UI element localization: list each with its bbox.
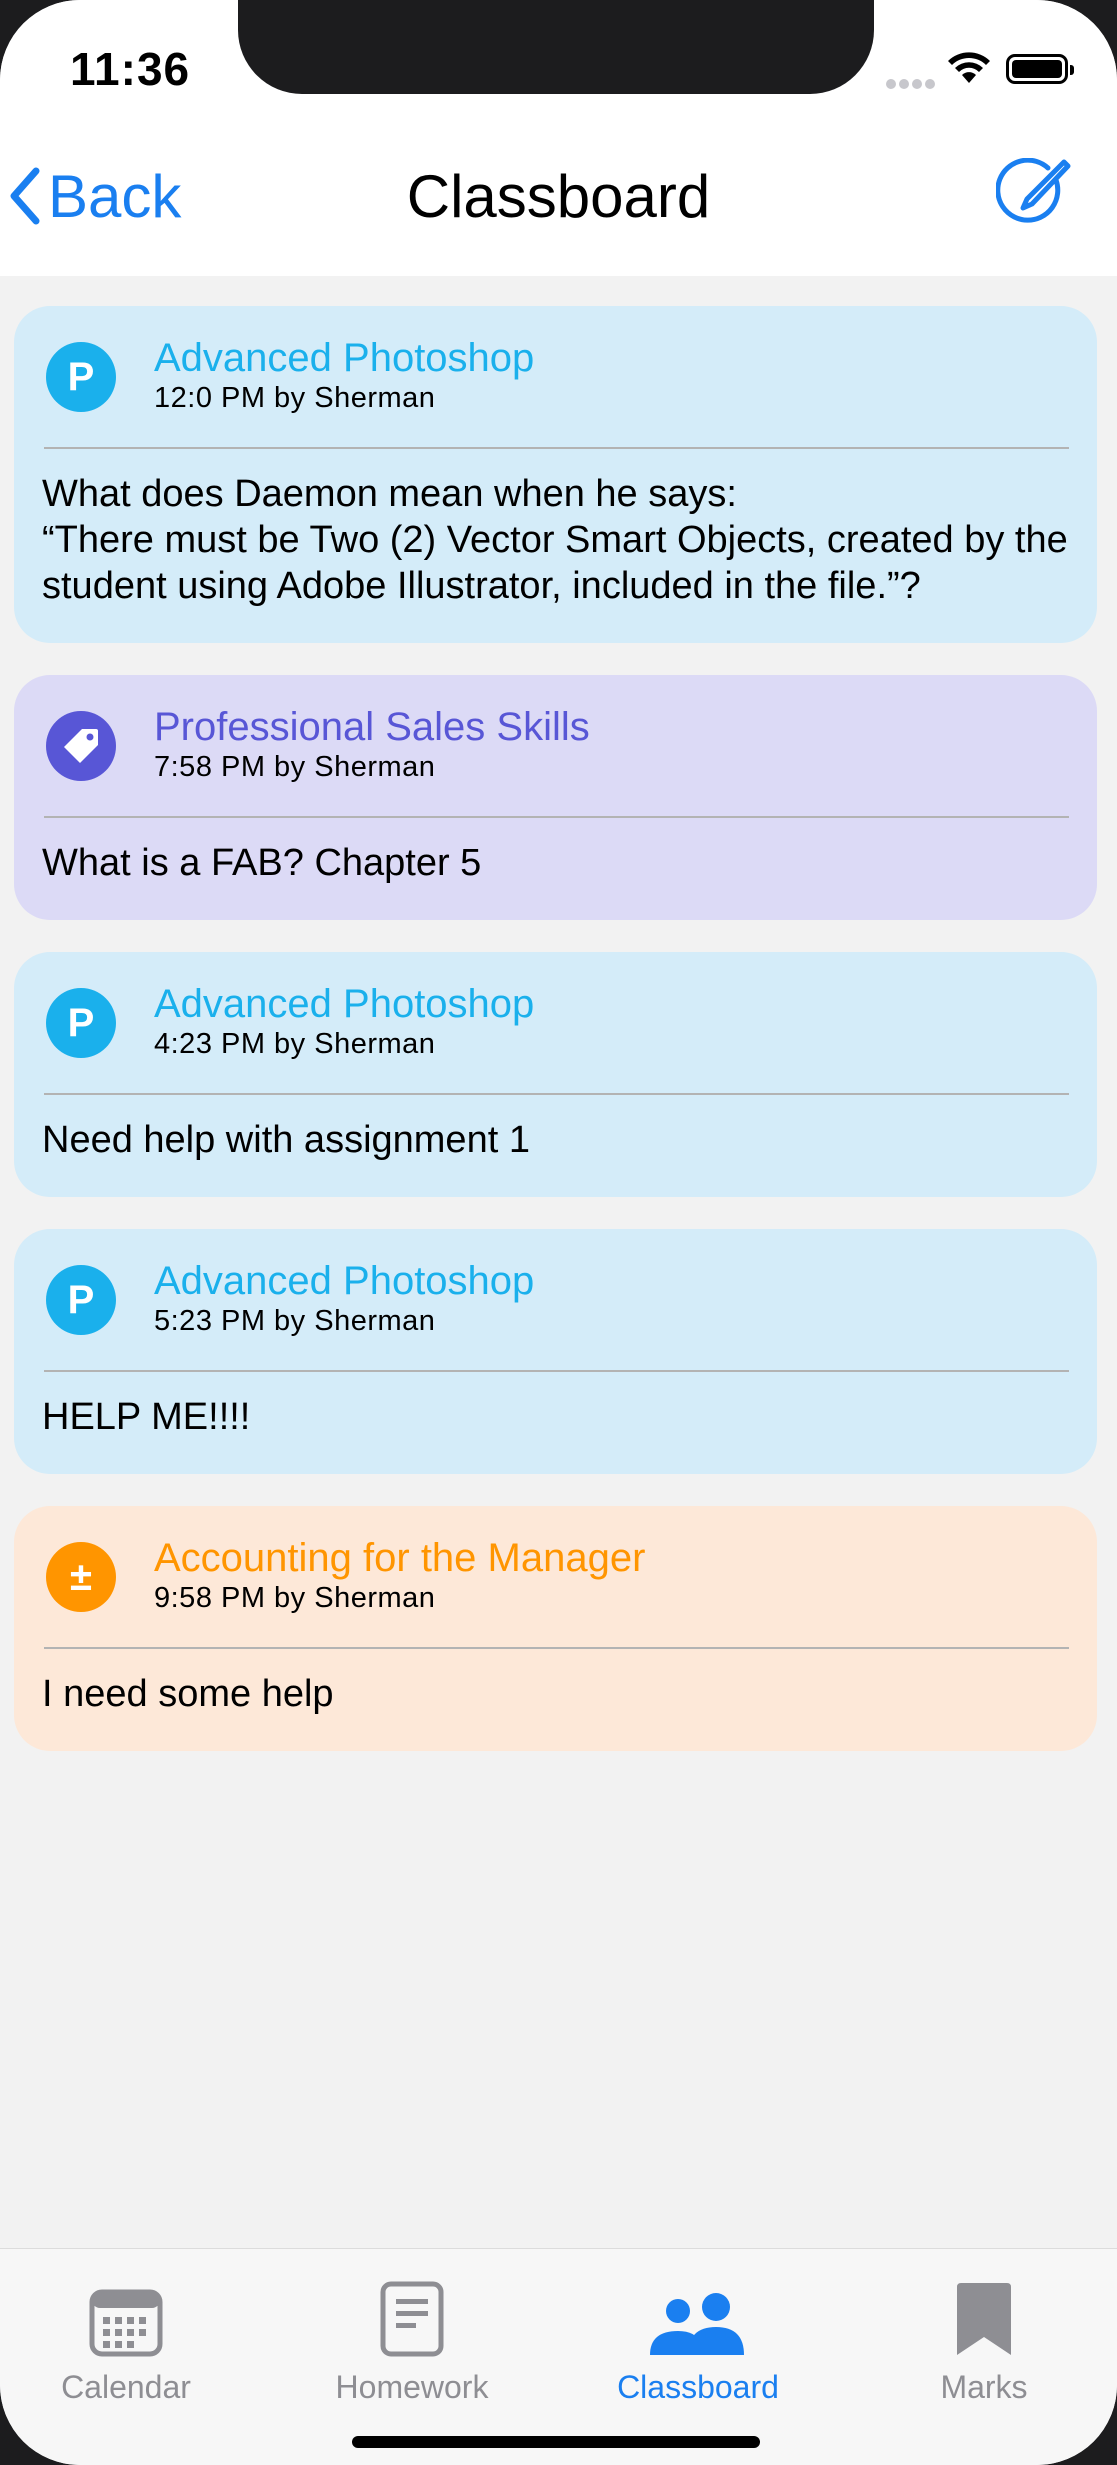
tab-classboard[interactable]: Classboard xyxy=(578,2277,818,2406)
post-card[interactable]: P Advanced Photoshop 5:23 PM by Sherman … xyxy=(14,1229,1097,1474)
calendar-icon xyxy=(6,2277,246,2357)
notch xyxy=(238,0,874,94)
divider xyxy=(44,447,1069,449)
page-title: Classboard xyxy=(406,163,711,230)
home-indicator[interactable] xyxy=(352,2436,760,2448)
classboard-feed: P Advanced Photoshop 12:0 PM by Sherman … xyxy=(14,306,1097,1783)
tab-marks[interactable]: Marks xyxy=(864,2277,1104,2406)
app-screen: 11:36 Back Classboard P Advanced Photosh… xyxy=(0,0,1117,2465)
course-name: Advanced Photoshop xyxy=(154,1259,535,1303)
post-meta: Advanced Photoshop 5:23 PM by Sherman xyxy=(154,1257,534,1338)
post-card[interactable]: P Advanced Photoshop 12:0 PM by Sherman … xyxy=(14,306,1097,643)
people-icon xyxy=(578,2277,818,2357)
tab-label: Marks xyxy=(940,2369,1028,2405)
post-time: 9:58 PM by Sherman xyxy=(154,1582,436,1614)
post-body: HELP ME!!!! xyxy=(42,1396,251,1438)
bookmark-icon xyxy=(864,2277,1104,2357)
post-meta: Advanced Photoshop 4:23 PM by Sherman xyxy=(154,980,534,1061)
tab-label: Homework xyxy=(335,2369,489,2405)
post-card[interactable]: Professional Sales Skills 7:58 PM by She… xyxy=(14,675,1097,920)
course-name: Professional Sales Skills xyxy=(154,705,590,749)
tab-bar: Calendar Homework Classboard Marks xyxy=(0,2248,1117,2465)
letter-p-icon: P xyxy=(46,342,116,412)
post-time: 5:23 PM by Sherman xyxy=(154,1305,436,1337)
post-time: 12:0 PM by Sherman xyxy=(154,382,436,414)
post-body: What is a FAB? Chapter 5 xyxy=(42,842,482,884)
battery-icon xyxy=(1006,54,1074,84)
letter-p-icon: P xyxy=(46,1265,116,1335)
tab-label: Classboard xyxy=(617,2369,779,2405)
post-meta: Accounting for the Manager 9:58 PM by Sh… xyxy=(154,1534,645,1615)
tag-icon xyxy=(46,711,116,781)
post-card[interactable]: P Advanced Photoshop 4:23 PM by Sherman … xyxy=(14,952,1097,1197)
post-time: 7:58 PM by Sherman xyxy=(154,751,436,783)
cellular-signal-icon xyxy=(886,76,938,94)
post-card[interactable]: ± Accounting for the Manager 9:58 PM by … xyxy=(14,1506,1097,1751)
status-bar: 11:36 xyxy=(0,0,1117,96)
course-name: Accounting for the Manager xyxy=(154,1536,646,1580)
status-time: 11:36 xyxy=(70,43,191,95)
post-header: ± Accounting for the Manager 9:58 PM by … xyxy=(42,1534,1069,1615)
post-body: I need some help xyxy=(42,1673,334,1715)
wifi-icon xyxy=(948,52,990,89)
course-name: Advanced Photoshop xyxy=(154,982,535,1026)
post-meta: Advanced Photoshop 12:0 PM by Sherman xyxy=(154,334,534,415)
plus-minus-icon: ± xyxy=(46,1542,116,1612)
post-body: Need help with assignment 1 xyxy=(42,1119,530,1161)
post-header: P Advanced Photoshop 4:23 PM by Sherman xyxy=(42,980,1069,1061)
divider xyxy=(44,816,1069,818)
course-name: Advanced Photoshop xyxy=(154,336,535,380)
post-time: 4:23 PM by Sherman xyxy=(154,1028,436,1060)
post-header: P Advanced Photoshop 12:0 PM by Sherman xyxy=(42,334,1069,415)
divider xyxy=(44,1370,1069,1372)
tab-label: Calendar xyxy=(61,2369,191,2405)
compose-button[interactable] xyxy=(995,157,1072,234)
post-header: P Advanced Photoshop 5:23 PM by Sherman xyxy=(42,1257,1069,1338)
post-meta: Professional Sales Skills 7:58 PM by She… xyxy=(154,703,590,784)
letter-p-icon: P xyxy=(46,988,116,1058)
divider xyxy=(44,1093,1069,1095)
tab-calendar[interactable]: Calendar xyxy=(6,2277,246,2406)
divider xyxy=(44,1647,1069,1649)
post-header: Professional Sales Skills 7:58 PM by She… xyxy=(42,703,1069,784)
compose-icon xyxy=(995,157,1071,223)
navigation-bar: Back Classboard xyxy=(0,96,1117,276)
post-body: What does Daemon mean when he says: “The… xyxy=(42,473,1068,607)
tab-homework[interactable]: Homework xyxy=(292,2277,532,2406)
document-icon xyxy=(292,2277,532,2357)
